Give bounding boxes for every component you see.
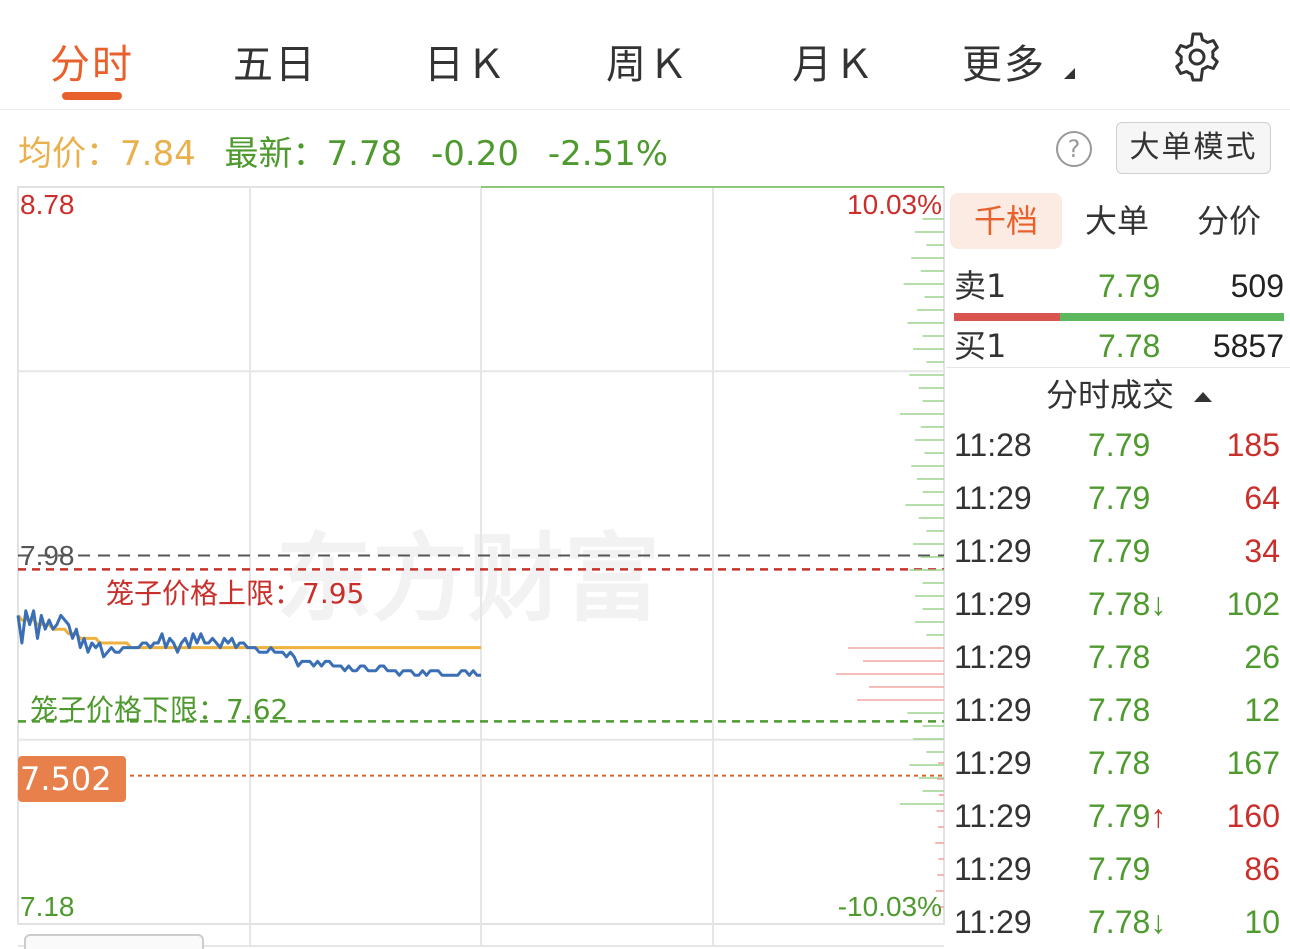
trade-volume: 167: [1226, 745, 1280, 781]
bid-1-label: 买1: [954, 327, 1007, 365]
price-change: -0.20: [431, 134, 520, 174]
trade-price: 7.79: [1088, 851, 1151, 887]
bid-ask-ratio-bar: [954, 313, 1284, 321]
tab-thousand-levels[interactable]: 千档: [950, 193, 1062, 249]
trade-volume: 26: [1244, 639, 1280, 675]
arrow-down-icon: ↓: [1150, 586, 1167, 622]
trade-volume: 86: [1244, 851, 1280, 887]
trade-row: 11:29 7.79↑ 160: [954, 790, 1280, 842]
bid-ratio-fill: [1060, 313, 1284, 321]
trade-volume: 12: [1244, 692, 1280, 728]
trade-row: 11:29 7.79 64: [954, 472, 1280, 524]
trade-time: 11:29: [954, 639, 1032, 675]
avg-price-label: 均价：: [18, 134, 120, 174]
avg-price-value: 7.84: [120, 134, 196, 174]
period-tabs: 分时 五日 日Ｋ 周Ｋ 月Ｋ 更多: [0, 0, 1290, 110]
trade-price: 7.78: [1088, 745, 1151, 781]
ask-1-price: 7.79: [1098, 268, 1161, 304]
cage-lower-limit-label: 笼子价格下限：7.62: [30, 693, 289, 726]
trade-price: 7.79: [1088, 480, 1151, 516]
trades-header[interactable]: 分时成交: [1046, 373, 1213, 417]
tab-intraday[interactable]: 分时: [50, 32, 134, 90]
trade-time: 11:29: [954, 904, 1032, 940]
tab-big-orders[interactable]: 大单: [1064, 193, 1170, 249]
trade-time: 11:29: [954, 533, 1032, 569]
tab-more[interactable]: 更多: [962, 32, 1046, 90]
active-tab-indicator: [62, 92, 122, 100]
trade-row: 11:28 7.79 185: [954, 419, 1280, 471]
trade-price: 7.78↓: [1088, 904, 1167, 940]
ask-1-volume: 509: [1230, 268, 1284, 304]
price-high-label: 8.78: [20, 189, 75, 220]
trade-row: 11:29 7.78↓ 102: [954, 578, 1280, 630]
bid-1-volume: 5857: [1212, 328, 1284, 364]
trade-price: 7.79↑: [1088, 798, 1167, 834]
trade-time: 11:28: [954, 427, 1032, 463]
trades-title: 分时成交: [1046, 376, 1175, 414]
more-dropdown-icon: [1064, 68, 1075, 79]
trade-row: 11:29 7.79 34: [954, 525, 1280, 577]
trade-time: 11:29: [954, 851, 1032, 887]
trade-price: 7.78: [1088, 639, 1151, 675]
trade-volume: 102: [1226, 586, 1280, 622]
order-panel: 千档 大单 分价 卖1 7.79 509 买1 7.78 5857 分时成交 1…: [946, 183, 1290, 949]
last-price-label: 最新：: [224, 134, 327, 174]
trade-row: 11:29 7.78 167: [954, 737, 1280, 789]
gear-icon[interactable]: [1170, 30, 1224, 84]
tab-price-distribution[interactable]: 分价: [1176, 193, 1282, 249]
ask-ratio-fill: [954, 313, 1060, 321]
price-low-label: 7.18: [20, 891, 75, 922]
quote-summary: 均价：7.84 最新：7.78 -0.20 -2.51%: [18, 126, 668, 175]
pct-high-label: 10.03%: [847, 189, 942, 220]
chart-canvas: [16, 186, 945, 947]
tab-monthly-k[interactable]: 月Ｋ: [792, 32, 876, 90]
trade-volume: 10: [1244, 904, 1280, 940]
arrow-down-icon: ↓: [1150, 904, 1167, 940]
price-ref-label: 7.98: [20, 540, 75, 571]
trade-time: 11:29: [954, 745, 1032, 781]
help-icon[interactable]: ?: [1056, 131, 1092, 167]
ask-1-row[interactable]: 卖1 7.79 509: [954, 261, 1284, 311]
pct-low-label: -10.03%: [837, 891, 942, 922]
tab-five-day[interactable]: 五日: [233, 32, 317, 90]
macd-tab[interactable]: [24, 934, 204, 949]
trade-row: 11:29 7.78↓ 10: [954, 896, 1280, 948]
trade-time: 11:29: [954, 480, 1032, 516]
intraday-chart[interactable]: 东方财富 8.78 7.98 7.18 10.03% -10.03% 笼子价格上…: [0, 183, 946, 949]
trade-row: 11:29 7.78 12: [954, 684, 1280, 736]
price-marker-tag[interactable]: 7.502: [18, 756, 126, 802]
ask-1-label: 卖1: [954, 267, 1007, 305]
trade-row: 11:29 7.79 86: [954, 843, 1280, 895]
bid-1-row[interactable]: 买1 7.78 5857: [954, 321, 1284, 371]
tab-weekly-k[interactable]: 周Ｋ: [606, 32, 690, 90]
trade-price: 7.78: [1088, 692, 1151, 728]
trade-time: 11:29: [954, 586, 1032, 622]
trade-time: 11:29: [954, 798, 1032, 834]
collapse-triangle-icon: [1194, 392, 1213, 402]
trade-volume: 34: [1244, 533, 1280, 569]
trade-price: 7.79: [1088, 533, 1151, 569]
trade-volume: 64: [1244, 480, 1280, 516]
divider: [946, 367, 1290, 368]
trade-price: 7.79: [1088, 427, 1151, 463]
trade-volume: 185: [1226, 427, 1280, 463]
trade-time: 11:29: [954, 692, 1032, 728]
price-change-pct: -2.51%: [547, 134, 669, 174]
last-price-value: 7.78: [326, 134, 403, 174]
trade-row: 11:29 7.78 26: [954, 631, 1280, 683]
arrow-up-icon: ↑: [1150, 798, 1167, 834]
bid-1-price: 7.78: [1098, 328, 1161, 364]
trade-price: 7.78↓: [1088, 586, 1167, 622]
cage-upper-limit-label: 笼子价格上限：7.95: [106, 577, 365, 610]
trade-volume: 160: [1226, 798, 1280, 834]
big-order-mode-button[interactable]: 大单模式: [1116, 122, 1271, 174]
tab-daily-k[interactable]: 日Ｋ: [424, 32, 508, 90]
